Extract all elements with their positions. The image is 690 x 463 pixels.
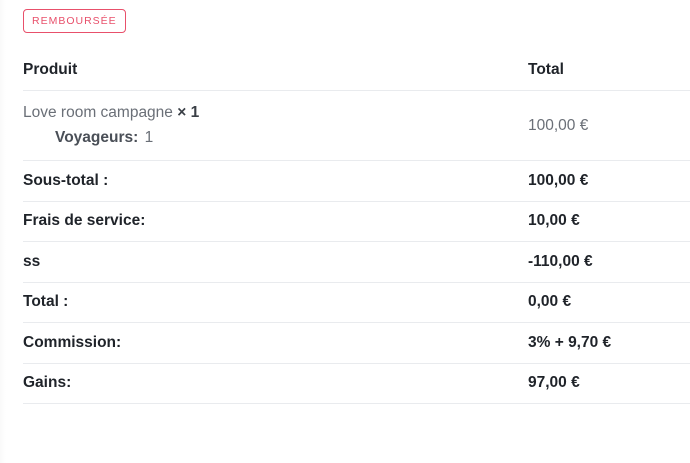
product-quantity: × 1 xyxy=(177,103,200,121)
table-row-earnings: Gains: 97,00 € xyxy=(23,364,690,404)
product-name: Love room campagne xyxy=(23,103,173,121)
table-row-total: Total : 0,00 € xyxy=(23,283,690,323)
discount-value: -110,00 € xyxy=(528,252,593,270)
table-row-product: Love room campagne × 1 Voyageurs: 1 100,… xyxy=(23,91,690,161)
status-badge: REMBOURSÉE xyxy=(23,9,126,33)
discount-label: ss xyxy=(23,252,41,270)
table-header-row: Produit Total xyxy=(23,50,690,91)
product-cell: Love room campagne × 1 Voyageurs: 1 xyxy=(23,103,528,147)
total-label: Total : xyxy=(23,293,69,311)
service-fee-value: 10,00 € xyxy=(528,212,580,230)
total-value: 0,00 € xyxy=(528,293,572,311)
subtotal-label: Sous-total : xyxy=(23,171,109,189)
earnings-label: Gains: xyxy=(23,374,72,392)
service-fee-label: Frais de service: xyxy=(23,212,146,230)
earnings-value: 97,00 € xyxy=(528,374,580,392)
table-row-service-fee: Frais de service: 10,00 € xyxy=(23,202,690,242)
product-meta: Voyageurs: 1 xyxy=(23,129,528,147)
product-line: Love room campagne × 1 xyxy=(23,103,528,123)
table-row-commission: Commission: 3% + 9,70 € xyxy=(23,323,690,364)
product-total: 100,00 € xyxy=(528,116,589,134)
commission-label: Commission: xyxy=(23,333,122,351)
panel-edge-shadow xyxy=(0,0,6,463)
product-meta-value: 1 xyxy=(144,128,154,146)
subtotal-value: 100,00 € xyxy=(528,171,589,189)
order-details-table: Produit Total Love room campagne × 1 Voy… xyxy=(23,50,690,404)
product-meta-label: Voyageurs: xyxy=(55,128,139,146)
column-header-product: Produit xyxy=(23,61,78,78)
table-row-discount: ss -110,00 € xyxy=(23,242,690,283)
commission-value: 3% + 9,70 € xyxy=(528,333,612,351)
table-row-subtotal: Sous-total : 100,00 € xyxy=(23,161,690,202)
column-header-total: Total xyxy=(528,61,564,78)
